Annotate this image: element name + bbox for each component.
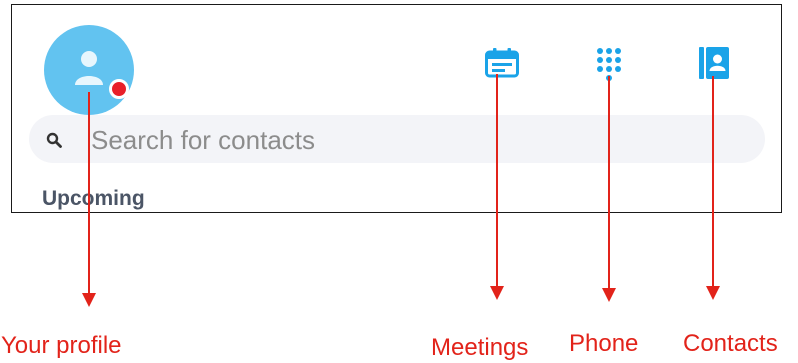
calendar-icon[interactable] — [485, 47, 519, 79]
upcoming-section-heading: Upcoming — [42, 187, 145, 210]
search-input[interactable] — [89, 121, 753, 159]
profile-pointer-line — [88, 92, 90, 293]
meetings-pointer-line — [496, 74, 498, 286]
person-icon — [75, 51, 103, 85]
contacts-arrowhead — [706, 286, 720, 300]
callout-your-profile: Your profile — [1, 332, 122, 359]
presence-status-dot — [109, 79, 129, 99]
contacts-book-icon[interactable] — [699, 47, 729, 79]
profile-arrowhead — [82, 293, 96, 307]
meetings-arrowhead — [490, 286, 504, 300]
callout-phone: Phone — [569, 330, 639, 357]
callout-meetings: Meetings — [431, 334, 529, 361]
search-icon — [46, 132, 62, 148]
app-panel: Upcoming — [11, 4, 782, 213]
phone-arrowhead — [602, 288, 616, 302]
callout-contacts: Contacts — [683, 330, 778, 357]
contacts-pointer-line — [712, 76, 714, 286]
search-bar[interactable] — [29, 115, 765, 163]
phone-pointer-line — [608, 76, 610, 288]
